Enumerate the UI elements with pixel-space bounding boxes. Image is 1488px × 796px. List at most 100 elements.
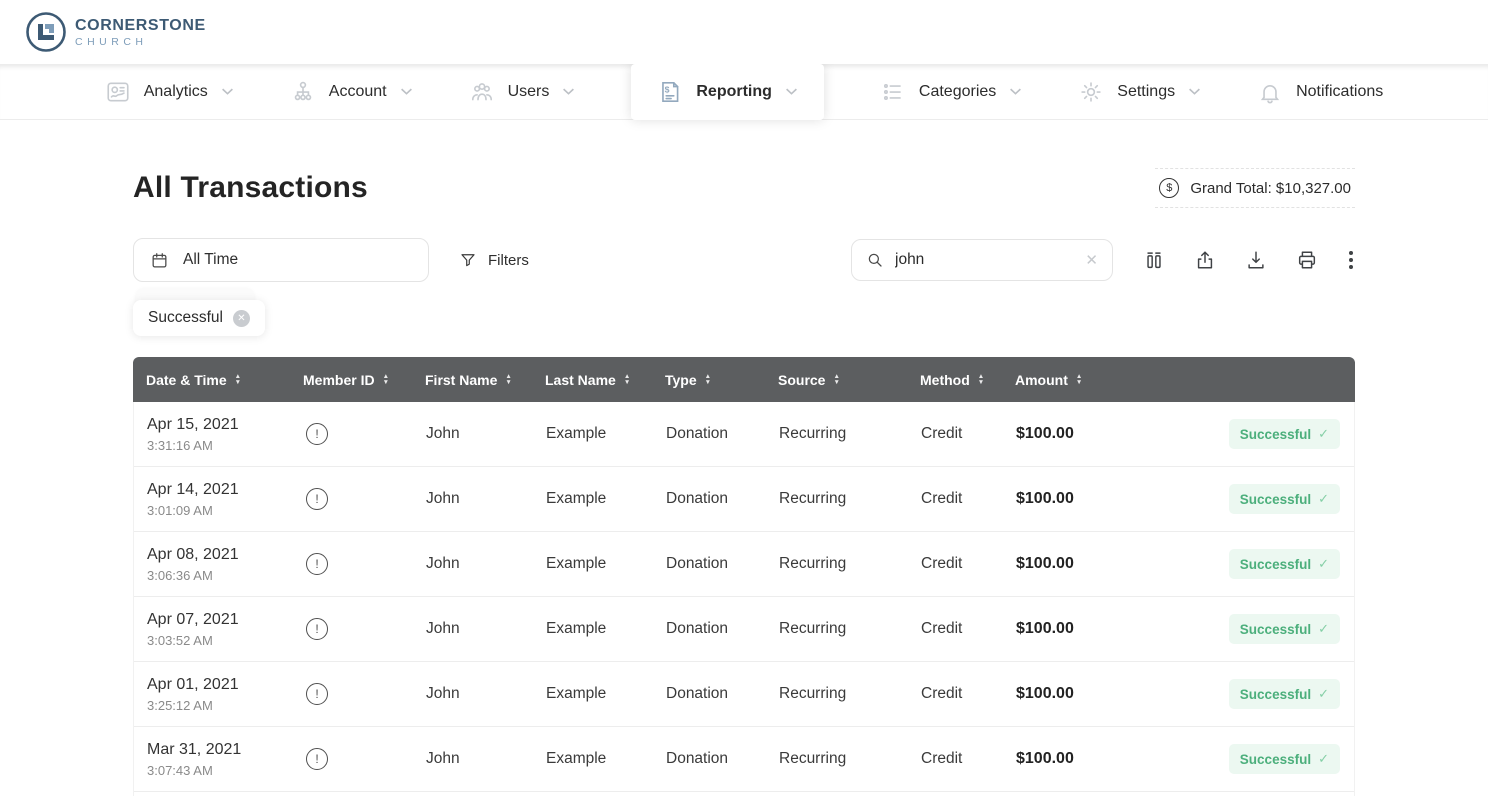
table-row[interactable]: Apr 14, 2021 3:01:09 AM ! John Example D… [134, 467, 1354, 532]
cell-source: Recurring [766, 750, 908, 768]
date-range-selector[interactable]: All Time [133, 238, 429, 282]
table-action-buttons [1143, 249, 1355, 271]
nav-item-settings[interactable]: Settings [1078, 79, 1201, 105]
column-header-date-time[interactable]: Date & Time ▲▼ [133, 372, 290, 388]
search-icon [866, 251, 884, 269]
download-icon[interactable] [1245, 249, 1267, 271]
column-header-type[interactable]: Type ▲▼ [652, 372, 765, 388]
sort-icon: ▲▼ [383, 374, 389, 385]
cornerstone-logo-icon [24, 10, 68, 54]
cell-method: Credit [908, 555, 1003, 573]
status-label: Successful [1240, 622, 1311, 637]
brand-name-line2: CHURCH [75, 36, 206, 48]
transaction-date: Apr 01, 2021 [147, 676, 291, 694]
cell-source: Recurring [766, 685, 908, 703]
toolbar: All Time Filters ✕ [133, 238, 1355, 282]
nav-item-analytics[interactable]: Analytics [105, 79, 234, 105]
transaction-time: 3:07:43 AM [147, 763, 291, 778]
cell-amount: $100.00 [1003, 425, 1131, 443]
cell-status: Successful ✓ [1131, 484, 1354, 514]
filter-funnel-icon [459, 251, 477, 269]
main-content: All Transactions $ Grand Total: $10,327.… [0, 168, 1488, 796]
status-badge: Successful ✓ [1229, 419, 1340, 449]
column-header-first-name[interactable]: First Name ▲▼ [412, 372, 532, 388]
nav-item-reporting[interactable]: $ Reporting [631, 64, 824, 120]
cell-date-time: Apr 01, 2021 3:25:12 AM [134, 676, 291, 713]
column-label: Member ID [303, 372, 375, 388]
sort-icon: ▲▼ [505, 374, 511, 385]
transaction-time: 3:31:16 AM [147, 438, 291, 453]
alert-circle-icon[interactable]: ! [306, 683, 328, 705]
table-row[interactable]: Apr 15, 2021 3:31:16 AM ! John Example D… [134, 402, 1354, 467]
cell-amount: $100.00 [1003, 620, 1131, 638]
cell-last-name: Example [533, 620, 653, 638]
cell-last-name: Example [533, 750, 653, 768]
column-header-amount[interactable]: Amount ▲▼ [1002, 372, 1130, 388]
column-header-source[interactable]: Source ▲▼ [765, 372, 907, 388]
nav-item-notifications[interactable]: Notifications [1257, 79, 1383, 105]
cell-status: Successful ✓ [1131, 679, 1354, 709]
check-icon: ✓ [1318, 426, 1329, 442]
column-settings-icon[interactable] [1143, 249, 1165, 271]
print-icon[interactable] [1296, 249, 1318, 271]
column-header-member-id[interactable]: Member ID ▲▼ [290, 372, 412, 388]
search-input[interactable] [895, 251, 1074, 269]
sort-icon: ▲▼ [1076, 374, 1082, 385]
cell-amount: $100.00 [1003, 490, 1131, 508]
table-row[interactable]: Apr 07, 2021 3:03:52 AM ! John Example D… [134, 597, 1354, 662]
nav-item-label: Settings [1117, 83, 1175, 101]
table-row[interactable]: Apr 01, 2021 3:25:12 AM ! John Example D… [134, 662, 1354, 727]
alert-circle-icon[interactable]: ! [306, 553, 328, 575]
column-header-method[interactable]: Method ▲▼ [907, 372, 1002, 388]
sort-down-icon: ▼ [978, 380, 984, 385]
column-header-last-name[interactable]: Last Name ▲▼ [532, 372, 652, 388]
transaction-time: 3:06:36 AM [147, 568, 291, 583]
nav-item-categories[interactable]: Categories [880, 79, 1022, 105]
alert-circle-icon[interactable]: ! [306, 423, 328, 445]
table-row[interactable]: Apr 08, 2021 3:06:36 AM ! John Example D… [134, 532, 1354, 597]
sort-icon: ▲▼ [235, 374, 241, 385]
cell-member-id: ! [291, 683, 413, 705]
alert-circle-icon[interactable]: ! [306, 488, 328, 510]
remove-chip-icon[interactable]: ✕ [233, 310, 250, 327]
cell-method: Credit [908, 620, 1003, 638]
filters-label: Filters [488, 252, 529, 269]
table-row[interactable]: Mar 31, 2021 3:07:43 AM ! John Example D… [134, 727, 1354, 792]
share-icon[interactable] [1194, 249, 1216, 271]
cell-member-id: ! [291, 618, 413, 640]
brand-logo[interactable]: CORNERSTONE CHURCH [24, 10, 206, 54]
alert-circle-icon[interactable]: ! [306, 748, 328, 770]
nav-item-users[interactable]: Users [469, 79, 576, 105]
transaction-time: 3:25:12 AM [147, 698, 291, 713]
cell-last-name: Example [533, 555, 653, 573]
column-label: Date & Time [146, 372, 227, 388]
transaction-date: Mar 31, 2021 [147, 741, 291, 759]
cell-amount: $100.00 [1003, 555, 1131, 573]
sort-down-icon: ▼ [383, 380, 389, 385]
dollar-glyph: $ [665, 84, 670, 94]
users-icon [469, 79, 495, 105]
filters-button[interactable]: Filters [459, 251, 529, 269]
cell-source: Recurring [766, 555, 908, 573]
exclamation-glyph: ! [315, 687, 318, 701]
table-body: Apr 15, 2021 3:31:16 AM ! John Example D… [133, 402, 1355, 796]
chevron-down-icon [1009, 87, 1022, 96]
alert-circle-icon[interactable]: ! [306, 618, 328, 640]
nav-item-label: Notifications [1296, 83, 1383, 101]
grand-total-label: Grand Total: $10,327.00 [1190, 180, 1351, 197]
cell-status: Successful ✓ [1131, 744, 1354, 774]
search-box: ✕ [851, 239, 1113, 281]
analytics-icon [105, 79, 131, 105]
filter-chip-successful[interactable]: Successful ✕ [133, 300, 265, 336]
account-icon [290, 79, 316, 105]
cell-source: Recurring [766, 425, 908, 443]
status-badge: Successful ✓ [1229, 484, 1340, 514]
transaction-date: Apr 08, 2021 [147, 546, 291, 564]
sort-down-icon: ▼ [235, 380, 241, 385]
cell-member-id: ! [291, 488, 413, 510]
cell-method: Credit [908, 685, 1003, 703]
sort-down-icon: ▼ [705, 380, 711, 385]
nav-item-account[interactable]: Account [290, 79, 413, 105]
kebab-menu-icon[interactable] [1347, 249, 1355, 271]
search-clear-icon[interactable]: ✕ [1085, 251, 1098, 269]
